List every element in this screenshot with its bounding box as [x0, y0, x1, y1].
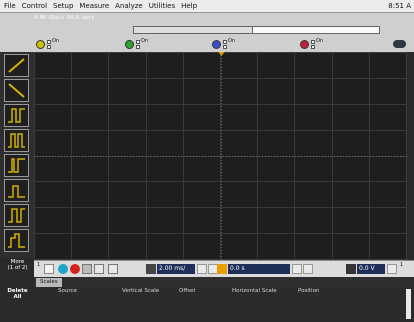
channel-1-knob[interactable]	[36, 39, 45, 49]
single-button[interactable]	[82, 264, 92, 274]
edge-trigger-button[interactable]	[4, 54, 29, 77]
clock: 8:51 A	[388, 2, 411, 10]
state-trigger-button[interactable]	[4, 204, 29, 227]
delete-all-label: All	[13, 294, 22, 300]
menu-file[interactable]: File	[0, 0, 19, 12]
scales-panel: Source Vertical Scale Offset Horizontal …	[34, 287, 414, 322]
menu-control[interactable]: Control	[19, 0, 50, 12]
channel-1-on-checkbox[interactable]	[47, 39, 51, 44]
column-vertical-scale: Vertical Scale	[122, 288, 160, 294]
trigger-level-adjust-button[interactable]	[387, 264, 397, 274]
channel-2-knob[interactable]	[125, 39, 134, 49]
control-bar-number: 1	[37, 262, 41, 268]
channel-1-aux-checkbox[interactable]	[47, 45, 51, 49]
more-trigger-button[interactable]	[4, 229, 29, 252]
pulse-width-icon	[8, 133, 25, 148]
channel-2-on-checkbox[interactable]	[136, 39, 140, 44]
run-mode-button[interactable]	[44, 264, 54, 274]
timebase-visible-window[interactable]	[134, 27, 253, 33]
channel-strip: 4.00 GSa/s 64.0 kpts On On On On	[0, 13, 414, 52]
trigger-toolbar	[0, 52, 34, 258]
column-position: Position	[298, 288, 320, 294]
trigger-source-number: 1	[400, 262, 404, 268]
tab-row: Scales	[34, 277, 414, 287]
acquisition-status: 4.00 GSa/s 64.0 kpts	[34, 15, 95, 21]
pattern-trigger-button[interactable]	[4, 179, 29, 202]
menu-analyze[interactable]: Analyze	[112, 0, 146, 12]
column-horizontal-scale: Horizontal Scale	[232, 288, 277, 294]
trigger-level-icon	[346, 264, 356, 274]
slope-icon	[8, 83, 25, 98]
channel-3-knob[interactable]	[212, 39, 221, 49]
channel-2-on-label: On	[141, 38, 149, 44]
glitch-icon	[8, 158, 25, 173]
horizontal-position-icon	[217, 264, 227, 274]
channel-3-on-checkbox[interactable]	[223, 39, 227, 44]
more-page-label: (1 of 2)	[7, 265, 28, 271]
trigger-level-field[interactable]: 0.0 V	[357, 264, 385, 274]
menu-measure[interactable]: Measure	[76, 0, 112, 12]
channel-4-on-label: On	[316, 38, 324, 44]
channel-4-aux-checkbox[interactable]	[311, 45, 315, 49]
horizontal-scale-field[interactable]: 2.00 ms/	[157, 264, 195, 274]
pulse-icon	[8, 108, 25, 123]
channel-1-on-label: On	[52, 38, 60, 44]
horizontal-scale-icon	[146, 264, 156, 274]
channel-4-control[interactable]: On	[300, 39, 323, 49]
state-icon	[8, 208, 25, 223]
edge-trigger-icon	[8, 58, 25, 73]
column-offset: Offset	[179, 288, 196, 294]
channel-3-on-label: On	[228, 38, 236, 44]
slope-trigger-button[interactable]	[4, 79, 29, 102]
autoscale-button[interactable]	[94, 264, 104, 274]
delete-all-button[interactable]: Delete All	[2, 288, 33, 300]
menu-bar: File Control Setup Measure Analyze Utili…	[0, 0, 414, 13]
run-button[interactable]	[58, 264, 68, 274]
pattern-icon	[8, 185, 25, 198]
stop-button[interactable]	[70, 264, 80, 274]
default-setup-button[interactable]	[108, 264, 118, 274]
graticule	[34, 52, 407, 260]
horizontal-scale-dec-button[interactable]	[197, 264, 207, 274]
channel-2-aux-checkbox[interactable]	[136, 45, 140, 49]
pulse-trigger-button[interactable]	[4, 104, 29, 127]
trigger-position-marker	[218, 52, 225, 56]
glitch-trigger-button[interactable]	[4, 154, 29, 177]
position-right-button[interactable]	[303, 264, 313, 274]
menu-utilities[interactable]: Utilities	[146, 0, 178, 12]
position-left-button[interactable]	[292, 264, 302, 274]
column-source: Source	[58, 288, 77, 294]
panel-scrollbar[interactable]	[406, 289, 411, 319]
more-button[interactable]: More (1 of 2)	[2, 259, 33, 271]
channel-4-on-checkbox[interactable]	[311, 39, 315, 44]
transition-icon	[8, 233, 25, 248]
menu-help[interactable]: Help	[178, 0, 200, 12]
waveform-display[interactable]	[34, 52, 407, 260]
table-header: Source Vertical Scale Offset Horizontal …	[34, 288, 414, 295]
tab-scales[interactable]: Scales	[36, 278, 62, 287]
horizontal-position-field[interactable]: 0.0 s	[228, 264, 290, 274]
channel-4-knob[interactable]	[300, 39, 309, 49]
channel-2-control[interactable]: On	[125, 39, 148, 49]
menu-setup[interactable]: Setup	[50, 0, 76, 12]
timebase-overview-bar[interactable]	[133, 26, 380, 34]
math-function-toggle[interactable]	[393, 40, 406, 48]
channel-1-control[interactable]: On	[36, 39, 59, 49]
pulse-width-trigger-button[interactable]	[4, 129, 29, 152]
channel-3-control[interactable]: On	[212, 39, 235, 49]
control-bar: 1 2.00 ms/ 0.0 s 0.0 V 1	[34, 260, 414, 278]
channel-3-aux-checkbox[interactable]	[223, 45, 227, 49]
